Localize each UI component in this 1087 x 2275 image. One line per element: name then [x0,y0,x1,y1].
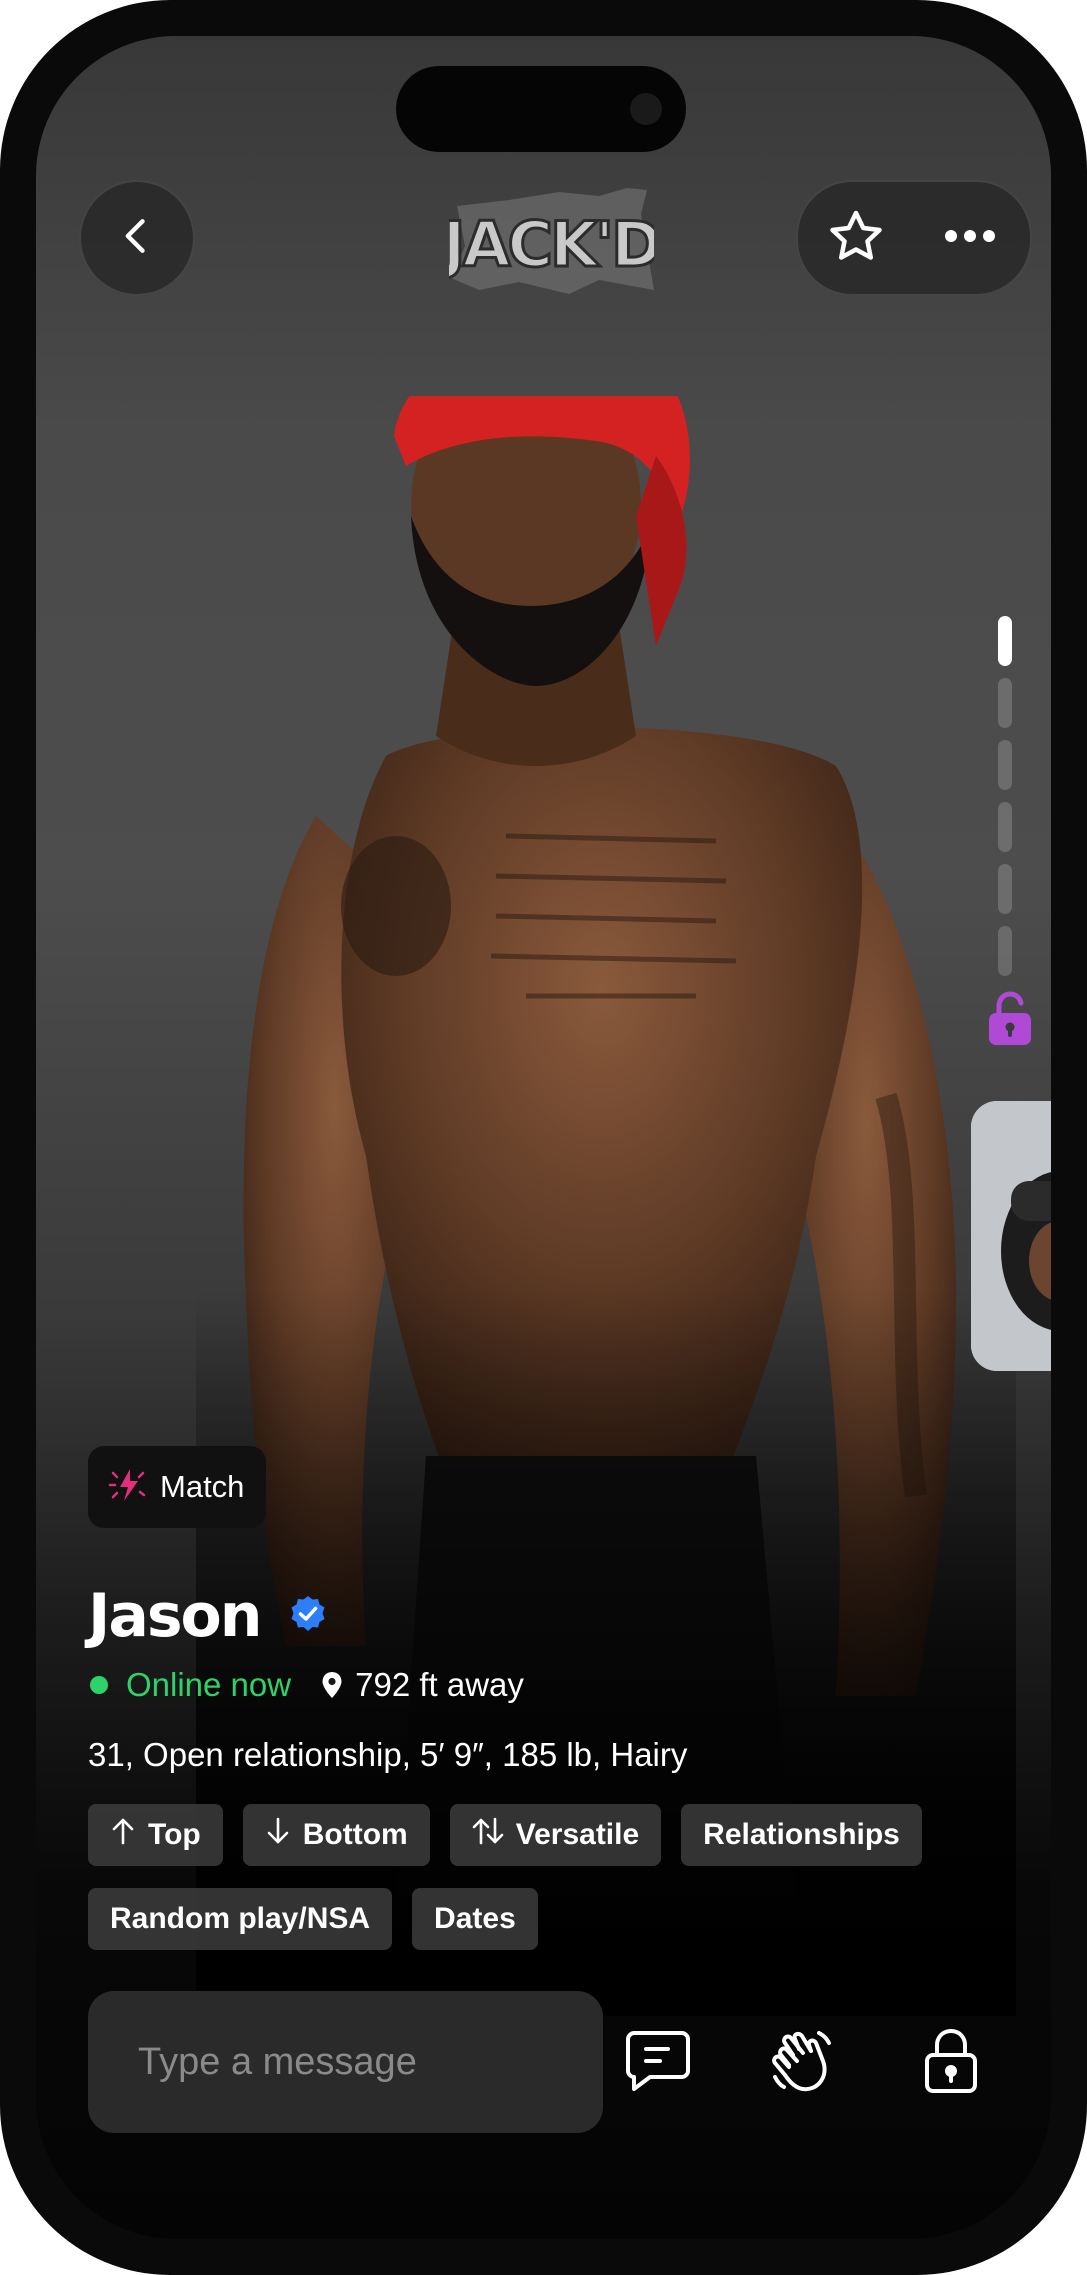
tag-label: Top [148,1818,201,1851]
svg-text:JACK'D: JACK'D [449,208,654,281]
profile-tags: Top Bottom Versatile Relationships Rando… [88,1804,1018,1950]
tag-top[interactable]: Top [88,1804,223,1866]
photo-progress-indicator [998,616,1012,988]
tag-label: Random play/NSA [110,1902,371,1935]
progress-segment [998,926,1012,976]
tag-random-play[interactable]: Random play/NSA [88,1888,393,1950]
tag-label: Dates [434,1902,516,1935]
tag-label: Bottom [302,1818,408,1851]
progress-segment [998,740,1012,790]
arrows-up-down-icon [472,1817,504,1853]
arrow-up-icon [110,1817,136,1853]
phone-frame: JACK'D Match Jason Online now 792 ft awa… [0,0,1087,2275]
tag-relationships[interactable]: Relationships [681,1804,922,1866]
next-profile-thumbnail[interactable] [971,1101,1051,1371]
match-badge: Match [88,1446,267,1528]
tag-versatile[interactable]: Versatile [449,1804,662,1866]
private-album-button[interactable] [909,2021,993,2105]
star-icon [826,206,886,271]
jackd-logo: JACK'D [437,186,665,298]
name-row: Jason [88,1581,328,1651]
online-dot-icon [90,1676,108,1694]
tag-bottom[interactable]: Bottom [242,1804,430,1866]
dynamic-island [396,66,686,152]
wave-hand-icon [767,2025,839,2102]
message-input[interactable] [88,1991,603,2133]
progress-segment [998,802,1012,852]
chat-bubble-icon [622,2025,694,2102]
verified-check-icon [288,1594,328,1639]
chat-button[interactable] [616,2021,700,2105]
arrow-down-icon [265,1817,291,1853]
more-horizontal-icon [944,229,996,248]
progress-segment [998,616,1012,666]
chevron-left-icon [115,214,159,263]
online-status: Online now [126,1666,292,1703]
profile-details: 31, Open relationship, 5′ 9″, 185 lb, Ha… [88,1736,688,1773]
tag-label: Relationships [703,1818,900,1851]
tag-dates[interactable]: Dates [412,1888,538,1950]
favorite-button[interactable] [814,196,898,280]
wave-button[interactable] [761,2021,845,2105]
unlock-icon[interactable] [987,991,1033,1047]
tag-label: Versatile [515,1818,640,1851]
camera-dot [630,93,662,125]
progress-segment [998,864,1012,914]
header-actions [796,180,1032,296]
match-badge-label: Match [160,1469,245,1504]
match-sparkle-icon [108,1465,148,1510]
profile-screen: JACK'D Match Jason Online now 792 ft awa… [36,36,1051,2239]
status-row: Online now 792 ft away [90,1666,524,1704]
profile-name: Jason [88,1581,262,1651]
location-pin-icon [321,1671,343,1699]
distance-text: 792 ft away [355,1666,524,1703]
back-button[interactable] [79,180,195,296]
lock-icon [921,2025,981,2102]
more-options-button[interactable] [928,196,1012,280]
progress-segment [998,678,1012,728]
